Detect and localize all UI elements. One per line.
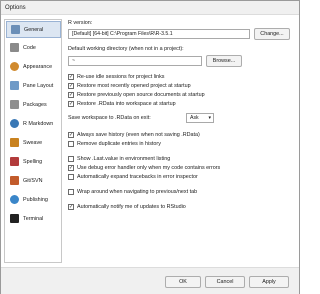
chevron-down-icon: ▾ [208, 115, 211, 121]
sidebar-item-label: Terminal [23, 216, 44, 222]
sidebar-item-label: Sweave [23, 140, 43, 146]
checkbox-label: Restore .RData into workspace at startup [77, 101, 176, 107]
checkbox-checked[interactable]: ✓ [68, 101, 74, 107]
checkbox-label: Show .Last.value in environment listing [77, 156, 171, 162]
change-button[interactable]: Change... [254, 28, 290, 40]
checkbox-label: Restore most recently opened project at … [77, 83, 191, 89]
window-title: Options [5, 5, 26, 11]
sweave-icon [10, 138, 19, 147]
checkbox-checked[interactable]: ✓ [68, 165, 74, 171]
sidebar-item-sweave[interactable]: Sweave [6, 135, 61, 152]
checkbox-label: Use debug error handler only when my cod… [77, 165, 221, 171]
sidebar-item-label: R Markdown [23, 121, 54, 127]
publishing-icon [10, 195, 19, 204]
sidebar-item-label: Git/SVN [23, 178, 43, 184]
dialog-footer: OK Cancel Apply [1, 267, 299, 294]
checkbox-label: Restore previously open source documents… [77, 92, 205, 98]
sidebar-item-packages[interactable]: Packages [6, 97, 61, 114]
sidebar-item-label: Packages [23, 102, 47, 108]
general-icon [11, 25, 20, 34]
sidebar-item-label: Code [23, 45, 36, 51]
general-pane: R version: [Default] [64-bit] C:\Program… [64, 19, 295, 263]
appearance-icon [10, 62, 19, 71]
cancel-button[interactable]: Cancel [205, 276, 245, 288]
checkbox-unchecked[interactable] [68, 141, 74, 147]
checkbox-checked[interactable]: ✓ [68, 83, 74, 89]
save-workspace-select[interactable]: Ask ▾ [186, 113, 214, 123]
sidebar-item-label: Publishing [23, 197, 48, 203]
checkbox-checked[interactable]: ✓ [68, 204, 74, 210]
sidebar-item-spelling[interactable]: Spelling [6, 154, 61, 171]
sidebar-item-publishing[interactable]: Publishing [6, 192, 61, 209]
checkbox-checked[interactable]: ✓ [68, 74, 74, 80]
apply-button[interactable]: Apply [249, 276, 289, 288]
checkbox-label: Re-use idle sessions for project links [77, 74, 165, 80]
save-workspace-label: Save workspace to .RData on exit: [68, 115, 151, 121]
sidebar-item-general[interactable]: General [6, 21, 61, 38]
options-dialog: Options General Code Appearance Pane Lay… [0, 0, 300, 294]
sidebar-item-appearance[interactable]: Appearance [6, 59, 61, 76]
git-svn-icon [10, 176, 19, 185]
packages-icon [10, 100, 19, 109]
checkbox-unchecked[interactable] [68, 156, 74, 162]
working-directory-label: Default working directory (when not in a… [68, 46, 184, 52]
sidebar-item-label: Appearance [23, 64, 53, 70]
checkbox-unchecked[interactable] [68, 189, 74, 195]
sidebar-item-label: Pane Layout [23, 83, 54, 89]
sidebar-item-code[interactable]: Code [6, 40, 61, 57]
checkbox-checked[interactable]: ✓ [68, 132, 74, 138]
title-bar: Options [1, 1, 299, 15]
checkbox-unchecked[interactable] [68, 174, 74, 180]
spelling-icon [10, 157, 19, 166]
r-version-label: R version: [68, 20, 93, 26]
checkbox-label: Automatically expand tracebacks in error… [77, 174, 198, 180]
sidebar-item-label: General [24, 27, 44, 33]
working-directory-field: ~ [68, 56, 202, 66]
checkbox-label: Automatically notify me of updates to RS… [77, 204, 186, 210]
ok-button[interactable]: OK [165, 276, 201, 288]
checkbox-label: Always save history (even when not savin… [77, 132, 200, 138]
sidebar-item-git-svn[interactable]: Git/SVN [6, 173, 61, 190]
sidebar-item-label: Spelling [23, 159, 43, 165]
browse-button[interactable]: Browse... [206, 55, 242, 67]
save-workspace-value: Ask [190, 115, 199, 121]
sidebar-item-pane-layout[interactable]: Pane Layout [6, 78, 61, 95]
r-version-field: [Default] [64-bit] C:\Program Files\R\R-… [68, 29, 250, 39]
r-markdown-icon [10, 119, 19, 128]
checkbox-label: Remove duplicate entries in history [77, 141, 161, 147]
checkbox-checked[interactable]: ✓ [68, 92, 74, 98]
pane-layout-icon [10, 81, 19, 90]
code-icon [10, 43, 19, 52]
sidebar-item-terminal[interactable]: Terminal [6, 211, 61, 228]
sidebar-item-r-markdown[interactable]: R Markdown [6, 116, 61, 133]
terminal-icon [10, 214, 19, 223]
checkbox-label: Wrap around when navigating to previous/… [77, 189, 198, 195]
options-sidebar: General Code Appearance Pane Layout Pack… [4, 19, 62, 263]
